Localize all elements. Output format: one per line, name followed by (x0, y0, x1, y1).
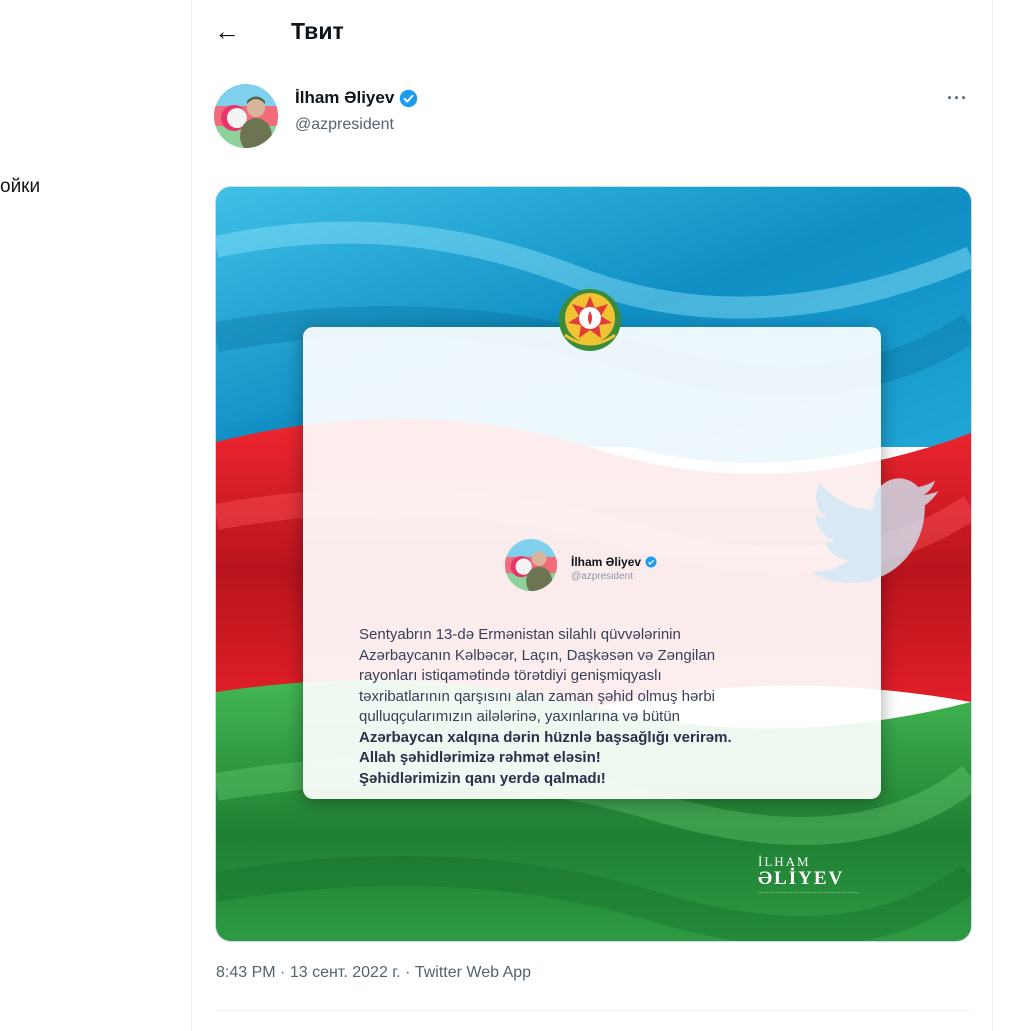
signature-subline: ――――――――――――――――― (758, 891, 860, 896)
tweet-date[interactable]: 13 сент. 2022 г. (290, 964, 401, 981)
author-name[interactable]: İlham Əliyev (295, 88, 394, 108)
divider (215, 1010, 970, 1011)
twitter-bird-icon (811, 478, 939, 583)
tweet-meta: 8:43 PM · 13 сент. 2022 г. · Twitter Web… (216, 964, 531, 982)
meta-separator: · (405, 964, 411, 981)
signature-top: İLHAM (758, 854, 811, 869)
tweet-author: İlham Əliyev @azpresident ··· (214, 82, 974, 152)
signature-logo: İLHAM ƏLİYEV ――――――――――――――――― (758, 854, 860, 897)
message-line: Azərbaycanın Kəlbəcər, Laçın, Daşkəsən v… (359, 646, 716, 664)
card-author: İlham Əliyev @azpresident (505, 539, 725, 599)
tweet-source[interactable]: Twitter Web App (415, 964, 531, 981)
azerbaijan-emblem-icon (559, 289, 621, 351)
tweet-media-image[interactable]: İlham Əliyev @azpresident Sentyabrın 13-… (215, 186, 972, 942)
tweet-time[interactable]: 8:43 PM (216, 964, 276, 981)
card-author-name-text: İlham Əliyev (571, 555, 642, 569)
signature-main: ƏLİYEV (758, 868, 845, 889)
tweet-card: İlham Əliyev @azpresident Sentyabrın 13-… (303, 327, 939, 799)
author-name-row[interactable]: İlham Əliyev (295, 88, 418, 108)
more-horizontal-icon[interactable]: ··· (947, 88, 968, 109)
card-author-handle: @azpresident (571, 571, 633, 582)
card-author-name: İlham Əliyev (571, 555, 657, 569)
author-handle[interactable]: @azpresident (295, 116, 394, 134)
message-line: qulluqçularımızın ailələrinə, yaxınların… (359, 708, 681, 725)
meta-separator: · (280, 964, 286, 981)
page-header: ← Твит (192, 0, 992, 64)
main-column: ← Твит İlham Əliyev @azpresident ··· İlh… (191, 0, 993, 1031)
message-line-bold: Azərbaycan xalqına dərin hüznlə başsağlı… (359, 728, 732, 746)
verified-badge-icon (645, 556, 657, 568)
message-line: təxribatlarının qarşısını alan zaman şəh… (359, 687, 716, 705)
card-avatar (505, 539, 557, 591)
card-message: Sentyabrın 13-də Ermənistan silahlı qüvv… (359, 625, 839, 789)
verified-badge-icon (400, 89, 418, 107)
message-line: Sentyabrın 13-də Ermənistan silahlı qüvv… (359, 626, 681, 643)
avatar[interactable] (214, 84, 278, 148)
message-line-bold: Allah şəhidlərimizə rəhmət eləsin! (359, 749, 601, 766)
message-line: rayonları istiqamətində törətdiyi genişm… (359, 667, 662, 684)
message-line-bold: Şəhidlərimizin qanı yerdə qalmadı! (359, 769, 606, 787)
arrow-left-icon[interactable]: ← (214, 14, 240, 48)
page-title: Твит (291, 18, 344, 44)
sidebar-settings-fragment[interactable]: ойки (0, 176, 40, 198)
